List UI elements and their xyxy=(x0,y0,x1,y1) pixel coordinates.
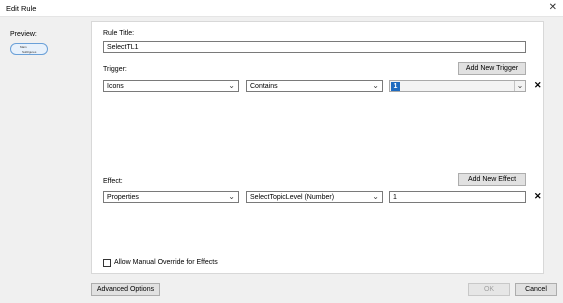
trigger-field-select[interactable]: Icons ⌄ xyxy=(103,80,239,92)
trigger-icon-value-select[interactable]: 1 ⌄ xyxy=(389,80,526,92)
allow-override-label: Allow Manual Override for Effects xyxy=(114,259,218,266)
rule-editor-panel xyxy=(91,21,544,274)
preview-label: Preview: xyxy=(10,31,37,38)
advanced-options-button[interactable]: Advanced Options xyxy=(91,283,160,296)
trigger-label: Trigger: xyxy=(103,66,127,73)
priority-1-icon: 1 xyxy=(391,82,400,91)
rule-title-label: Rule Title: xyxy=(103,30,135,37)
preview-node-title: Main xyxy=(20,45,27,49)
remove-effect-icon[interactable]: ✕ xyxy=(534,192,542,201)
trigger-operator-value: Contains xyxy=(250,83,278,90)
trigger-field-value: Icons xyxy=(107,83,124,90)
chevron-down-icon: ⌄ xyxy=(372,81,379,90)
effect-target-select[interactable]: Properties ⌄ xyxy=(103,191,239,203)
preview-node-subtitle: Subfigures xyxy=(22,50,37,54)
chevron-down-icon: ⌄ xyxy=(228,81,235,90)
chevron-down-icon: ⌄ xyxy=(372,192,379,201)
title-bar: Edit Rule ✕ xyxy=(0,0,563,17)
window-title: Edit Rule xyxy=(6,4,37,13)
effect-property-value: SelectTopicLevel (Number) xyxy=(250,194,335,201)
chevron-down-icon[interactable]: ⌄ xyxy=(514,81,525,91)
preview-topic-node: Main Subfigures xyxy=(10,43,48,55)
ok-button[interactable]: OK xyxy=(468,283,510,296)
effect-value-input[interactable]: 1 xyxy=(389,191,526,203)
effect-property-select[interactable]: SelectTopicLevel (Number) ⌄ xyxy=(246,191,383,203)
chevron-down-icon: ⌄ xyxy=(228,192,235,201)
close-icon[interactable]: ✕ xyxy=(549,2,557,13)
effect-label: Effect: xyxy=(103,178,123,185)
remove-trigger-icon[interactable]: ✕ xyxy=(534,81,542,90)
rule-title-input[interactable]: SelectTL1 xyxy=(103,41,526,53)
effect-target-value: Properties xyxy=(107,194,139,201)
add-new-trigger-button[interactable]: Add New Trigger xyxy=(458,62,526,75)
add-new-effect-button[interactable]: Add New Effect xyxy=(458,173,526,186)
cancel-button[interactable]: Cancel xyxy=(515,283,557,296)
allow-override-checkbox[interactable] xyxy=(103,259,111,267)
trigger-operator-select[interactable]: Contains ⌄ xyxy=(246,80,383,92)
